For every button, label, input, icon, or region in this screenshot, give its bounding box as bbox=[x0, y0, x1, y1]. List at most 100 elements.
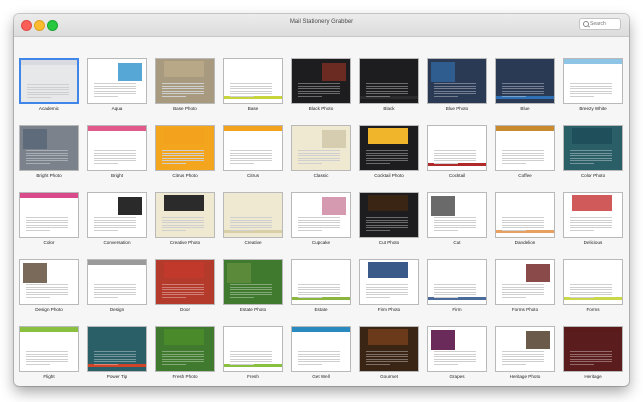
thumbnail-photo bbox=[23, 129, 47, 149]
stationery-thumbnail[interactable] bbox=[359, 58, 419, 104]
thumbnail-text-line bbox=[26, 296, 50, 298]
stationery-thumbnail[interactable] bbox=[155, 192, 215, 238]
thumbnail-text-line bbox=[94, 358, 136, 360]
thumbnail-text-line bbox=[27, 89, 69, 90]
stationery-thumbnail[interactable] bbox=[291, 326, 351, 372]
stationery-thumbnail[interactable] bbox=[155, 58, 215, 104]
stationery-label: Citrus bbox=[247, 173, 259, 178]
stationery-thumbnail[interactable] bbox=[155, 259, 215, 305]
thumbnail-text-line bbox=[94, 227, 136, 228]
thumbnail-text-line bbox=[502, 356, 544, 357]
stationery-thumbnail[interactable] bbox=[563, 326, 623, 372]
thumbnail-text-line bbox=[94, 90, 136, 92]
stationery-label: Blue bbox=[520, 106, 530, 111]
thumbnail-text-line bbox=[162, 150, 204, 151]
thumbnail-text-line bbox=[298, 162, 322, 164]
stationery-thumbnail[interactable] bbox=[427, 125, 487, 171]
thumbnail-text-line bbox=[434, 88, 476, 89]
thumbnail-text-line bbox=[570, 93, 612, 94]
stationery-label: Design Photo bbox=[35, 307, 63, 312]
thumbnail-text-line bbox=[162, 291, 204, 293]
stationery-thumbnail[interactable] bbox=[291, 192, 351, 238]
stationery-thumbnail[interactable] bbox=[155, 326, 215, 372]
thumbnail-text-line bbox=[502, 93, 544, 94]
stationery-thumbnail[interactable] bbox=[427, 58, 487, 104]
thumbnail-text-line bbox=[502, 222, 544, 223]
stationery-thumbnail[interactable] bbox=[87, 259, 147, 305]
stationery-thumbnail[interactable] bbox=[427, 259, 487, 305]
stationery-thumbnail[interactable] bbox=[359, 326, 419, 372]
thumbnail-text-line bbox=[94, 356, 136, 357]
search-field[interactable] bbox=[579, 18, 621, 30]
stationery-thumbnail[interactable] bbox=[563, 192, 623, 238]
stationery-thumbnail[interactable] bbox=[291, 58, 351, 104]
thumbnail-text-line bbox=[434, 363, 458, 365]
stationery-thumbnail[interactable] bbox=[223, 192, 283, 238]
stationery-thumbnail[interactable] bbox=[495, 326, 555, 372]
stationery-label: Aqua bbox=[111, 106, 123, 111]
thumbnail-text-line bbox=[162, 284, 204, 285]
thumbnail-accent bbox=[564, 327, 622, 332]
stationery-thumbnail[interactable] bbox=[291, 125, 351, 171]
thumbnail-text-line bbox=[570, 152, 612, 154]
thumbnail-accent bbox=[496, 126, 554, 131]
stationery-thumbnail[interactable] bbox=[359, 259, 419, 305]
stationery-thumbnail[interactable] bbox=[563, 58, 623, 104]
stationery-thumbnail[interactable] bbox=[223, 326, 283, 372]
stationery-thumbnail[interactable] bbox=[223, 259, 283, 305]
thumbnail-text-line bbox=[502, 289, 544, 290]
thumbnail-photo bbox=[431, 196, 455, 216]
stationery-label: Black Photo bbox=[308, 106, 334, 111]
stationery-thumbnail[interactable] bbox=[291, 259, 351, 305]
stationery-thumbnail[interactable] bbox=[87, 326, 147, 372]
stationery-thumbnail[interactable] bbox=[19, 192, 79, 238]
thumbnail-text-line bbox=[162, 286, 204, 288]
stationery-thumbnail[interactable] bbox=[359, 192, 419, 238]
thumbnail-text-line bbox=[570, 227, 612, 228]
title-bar: Mail Stationery Grabber bbox=[14, 14, 629, 37]
stationery-thumbnail[interactable] bbox=[19, 125, 79, 171]
thumbnail-text-line bbox=[434, 229, 458, 231]
thumbnail-text-line bbox=[366, 227, 408, 228]
stationery-thumbnail[interactable] bbox=[223, 58, 283, 104]
thumbnail-text-line bbox=[570, 160, 612, 161]
stationery-thumbnail[interactable] bbox=[495, 192, 555, 238]
stationery-thumbnail[interactable] bbox=[495, 125, 555, 171]
stationery-label: Bright bbox=[110, 173, 123, 178]
thumbnail-text-line bbox=[27, 94, 69, 95]
stationery-thumbnail[interactable] bbox=[87, 125, 147, 171]
stationery-thumbnail[interactable] bbox=[87, 192, 147, 238]
thumbnail-text-line bbox=[366, 162, 390, 164]
thumbnail-text-line bbox=[570, 286, 612, 288]
stationery-thumbnail[interactable] bbox=[19, 58, 79, 104]
thumbnail-text-line bbox=[434, 227, 476, 228]
stationery-thumbnail[interactable] bbox=[19, 259, 79, 305]
thumbnail-accent bbox=[224, 126, 282, 131]
stationery-thumbnail[interactable] bbox=[427, 192, 487, 238]
thumbnail-text-line bbox=[434, 222, 476, 223]
stationery-thumbnail[interactable] bbox=[359, 125, 419, 171]
thumbnail-photo bbox=[368, 195, 408, 211]
stationery-thumbnail[interactable] bbox=[223, 125, 283, 171]
stationery-label: Forms Photo bbox=[511, 307, 539, 312]
thumbnail-text-line bbox=[94, 150, 136, 151]
stationery-thumbnail[interactable] bbox=[495, 58, 555, 104]
thumbnail-text-line bbox=[298, 88, 340, 89]
stationery-thumbnail[interactable] bbox=[155, 125, 215, 171]
thumbnail-text-line bbox=[162, 353, 204, 355]
thumbnail-photo bbox=[164, 61, 204, 77]
thumbnail-text-line bbox=[162, 155, 204, 156]
search-input[interactable] bbox=[590, 20, 618, 28]
thumbnail-text-line bbox=[298, 227, 340, 228]
thumbnail-text-line bbox=[434, 351, 476, 352]
thumbnail-text-line bbox=[434, 356, 476, 357]
stationery-thumbnail[interactable] bbox=[563, 259, 623, 305]
thumbnail-text-line bbox=[298, 157, 340, 159]
stationery-thumbnail[interactable] bbox=[563, 125, 623, 171]
stationery-thumbnail[interactable] bbox=[19, 326, 79, 372]
stationery-thumbnail[interactable] bbox=[495, 259, 555, 305]
stationery-thumbnail[interactable] bbox=[427, 326, 487, 372]
stationery-label: Base bbox=[247, 106, 259, 111]
thumbnail-text-line bbox=[570, 353, 612, 355]
stationery-thumbnail[interactable] bbox=[87, 58, 147, 104]
